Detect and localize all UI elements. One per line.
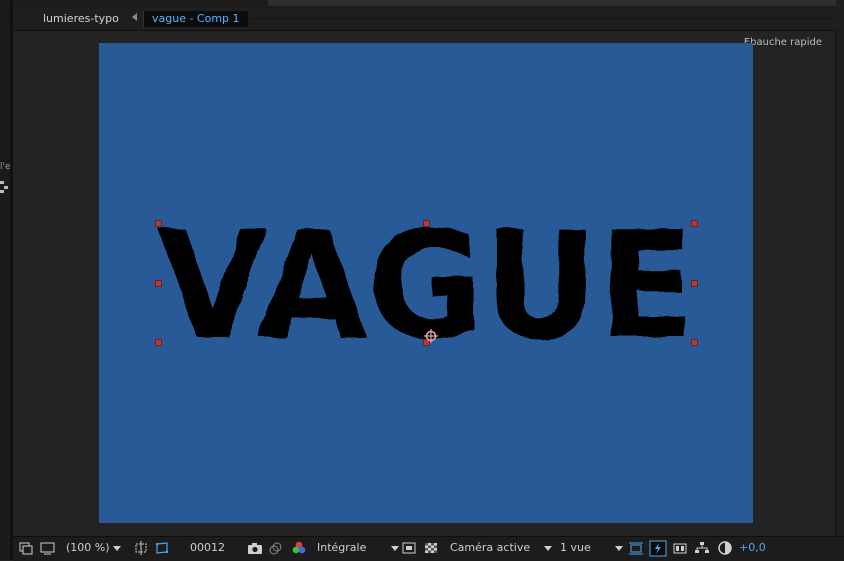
transform-handle[interactable] [155,220,162,227]
region-of-interest-icon[interactable] [133,539,149,557]
anchor-point-icon[interactable] [424,328,438,343]
text-layer[interactable]: VAGUE [99,43,753,523]
breadcrumb-arrow-icon [132,13,137,21]
transform-handle[interactable] [423,220,430,227]
viewer-toolbar: (100 %) 00012 Intégrale Caméra active 1 … [13,536,844,561]
zoom-select[interactable]: (100 %) [66,539,122,557]
resolution-value: Intégrale [317,541,367,554]
left-panel-fragment: l'e [0,162,11,172]
exposure-value[interactable]: +0,0 [739,539,766,557]
reset-exposure-icon[interactable] [717,539,733,557]
transform-handle[interactable] [155,280,162,287]
left-panel-flowchart-icon[interactable] [0,178,9,193]
panel-header [13,0,836,8]
flowchart-icon[interactable] [694,539,710,557]
always-preview-icon[interactable] [19,539,33,557]
transform-handle[interactable] [155,339,162,346]
chevron-down-icon [390,545,399,551]
camera-select[interactable]: Caméra active [450,539,553,557]
views-select[interactable]: 1 vue [560,539,624,557]
composition-tab-bar: lumieres-typo vague - Comp 1 [13,8,836,31]
chevron-down-icon [615,545,624,551]
transform-handle[interactable] [691,339,698,346]
monitor-icon[interactable] [40,539,55,557]
views-value: 1 vue [560,541,591,554]
chevron-down-icon [544,545,553,551]
transparency-grid-toggle-icon[interactable] [154,539,170,557]
resolution-select[interactable]: Intégrale [317,539,399,557]
transform-handle[interactable] [691,220,698,227]
tab-project[interactable]: lumieres-typo [35,11,127,27]
checkerboard-icon[interactable] [423,539,439,557]
zoom-value: (100 %) [66,541,110,554]
current-time[interactable]: 00012 [190,539,225,557]
channels-rgb-icon[interactable] [290,539,308,557]
tab-composition[interactable]: vague - Comp 1 [143,11,248,27]
transform-handle[interactable] [691,280,698,287]
chevron-down-icon [113,545,122,551]
camera-snapshot-icon[interactable] [247,539,263,557]
fast-preview-toggle-icon[interactable] [649,539,667,557]
fast-previews-icon[interactable] [401,539,417,557]
pixel-aspect-icon[interactable] [628,539,644,557]
composition-viewer[interactable]: VAGUE [99,43,753,523]
show-snapshot-icon[interactable] [268,539,284,557]
right-panel-edge [835,0,844,536]
camera-value: Caméra active [450,541,531,554]
left-panel-edge: l'e [0,0,13,560]
timeline-icon[interactable] [672,539,688,557]
draft-mode-label: Ebauche rapide [743,37,822,48]
